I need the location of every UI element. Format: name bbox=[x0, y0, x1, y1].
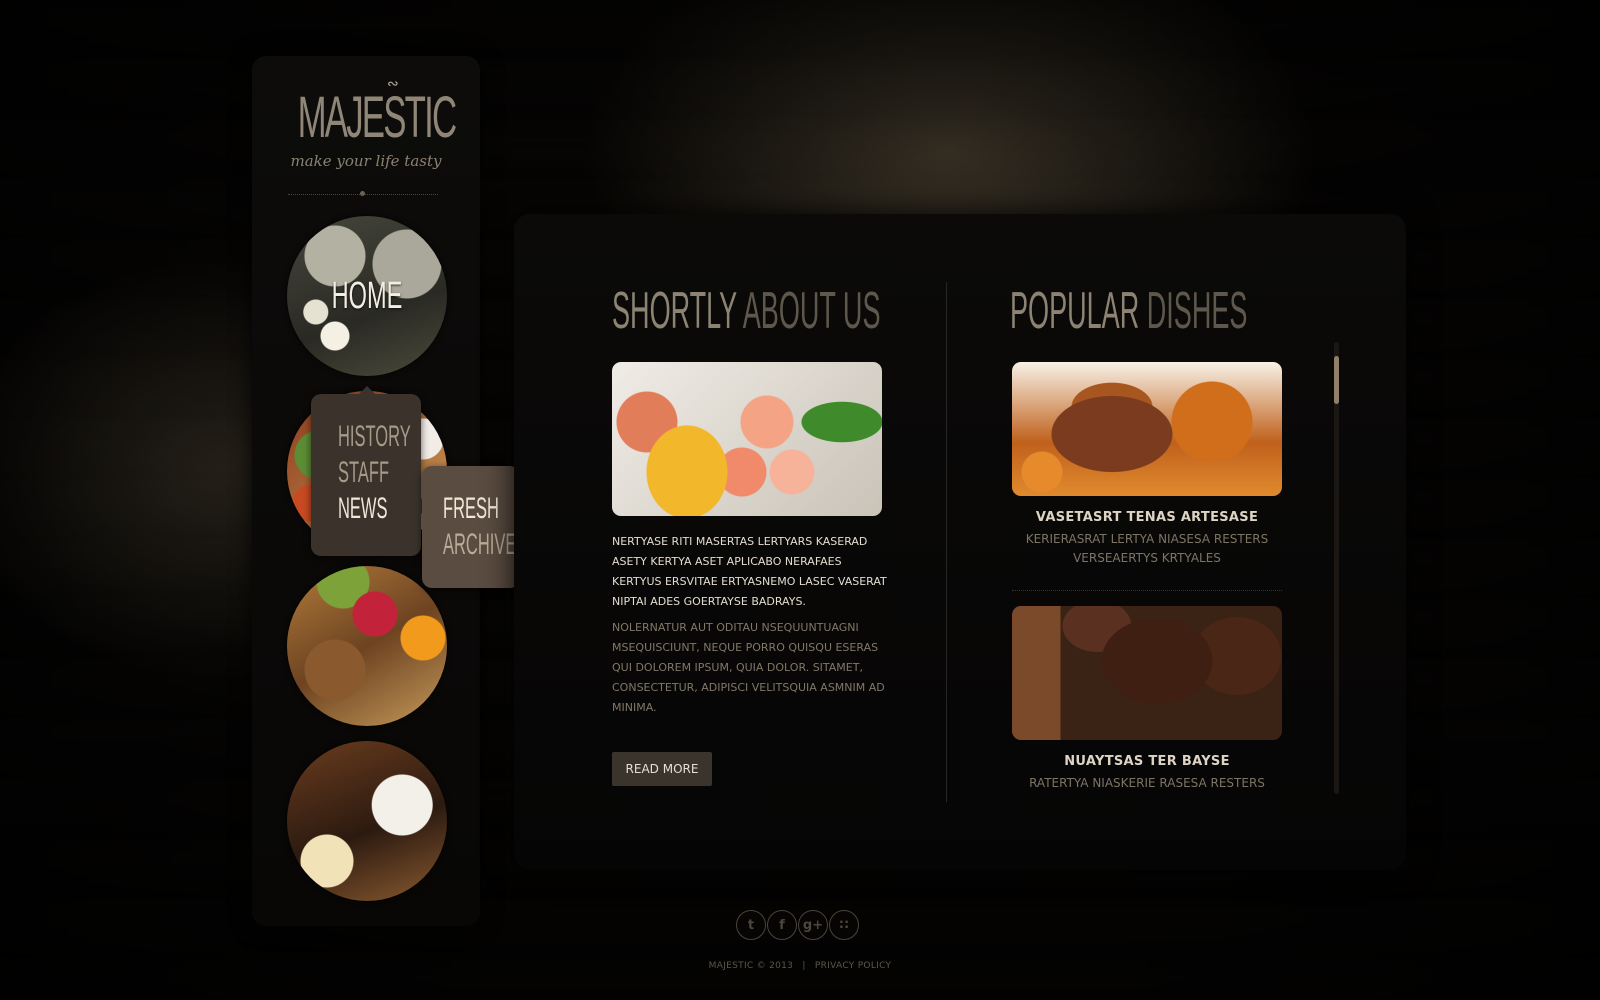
dish-desc-1: KERIERASRAT LERTYA NIASESA RESTERS VERSE… bbox=[1025, 532, 1269, 565]
footer: MAJESTIC © 2013 | PRIVACY POLICY bbox=[0, 961, 1600, 971]
privacy-policy-link[interactable]: PRIVACY POLICY bbox=[815, 961, 891, 971]
dish-image-2[interactable] bbox=[1012, 606, 1282, 740]
submenu-item-history[interactable]: HISTORY bbox=[338, 420, 411, 454]
rss-icon[interactable]: ∷ bbox=[829, 910, 859, 940]
submenu-item-staff[interactable]: STAFF bbox=[338, 456, 389, 490]
dishes-heading-part1: POPULAR bbox=[1010, 282, 1140, 340]
submenu-item-fresh[interactable]: FRESH bbox=[443, 492, 499, 526]
twitter-icon[interactable]: t bbox=[736, 910, 766, 940]
nav-home-label[interactable]: HOME bbox=[317, 216, 416, 376]
news-submenu: FRESH ARCHIVE bbox=[422, 466, 520, 588]
dish-desc-2: RATERTYA NIASKERIE RASESA RESTERS bbox=[1029, 776, 1265, 790]
dish-title-1[interactable]: VASETASRT TENAS ARTESASE bbox=[1012, 510, 1282, 525]
column-divider bbox=[946, 282, 947, 802]
dish-image-1[interactable] bbox=[1012, 362, 1282, 496]
dishes-scrollbar-thumb[interactable] bbox=[1334, 356, 1339, 404]
about-paragraph-2: NOLERNATUR AUT ODITAU NSEQUUNTUAGNI MSEQ… bbox=[612, 621, 885, 714]
dish-separator bbox=[1012, 590, 1282, 591]
dishes-heading-part2: DISHES bbox=[1146, 282, 1248, 340]
submenu-item-archive[interactable]: ARCHIVE bbox=[443, 528, 516, 562]
footer-separator: | bbox=[802, 961, 806, 971]
site-logo[interactable]: MAJESTIC bbox=[298, 88, 457, 148]
read-more-button[interactable]: READ MORE bbox=[612, 752, 712, 786]
divider-dot bbox=[360, 191, 365, 196]
dish-title-2[interactable]: NUAYTSAS TER BAYSE bbox=[1012, 754, 1282, 769]
about-image bbox=[612, 362, 882, 516]
about-heading-part1: SHORTLY bbox=[612, 282, 737, 340]
nav-menu-image[interactable] bbox=[287, 566, 447, 726]
sidebar: ∾ MAJESTIC make your life tasty HOME HIS… bbox=[252, 56, 520, 926]
content-panel: SHORTLY ABOUT US NERTYASE RITI MASERTAS … bbox=[514, 214, 1406, 870]
about-paragraph-1: NERTYASE RITI MASERTAS LERTYARS KASERAD … bbox=[612, 535, 887, 608]
copyright-text: MAJESTIC © 2013 bbox=[708, 961, 794, 971]
facebook-icon[interactable]: f bbox=[767, 910, 797, 940]
google-plus-icon[interactable]: g+ bbox=[798, 910, 828, 940]
dishes-heading: POPULAR DISHES bbox=[1010, 282, 1247, 340]
dishes-scrollbar-track[interactable] bbox=[1334, 342, 1339, 794]
about-heading: SHORTLY ABOUT US bbox=[612, 282, 880, 340]
about-heading-part2: ABOUT US bbox=[742, 282, 881, 340]
nav-contacts-image[interactable] bbox=[287, 741, 447, 901]
about-submenu: HISTORY STAFF NEWS bbox=[311, 386, 429, 556]
site-tagline: make your life tasty bbox=[290, 152, 442, 170]
submenu-item-news[interactable]: NEWS bbox=[338, 492, 388, 526]
